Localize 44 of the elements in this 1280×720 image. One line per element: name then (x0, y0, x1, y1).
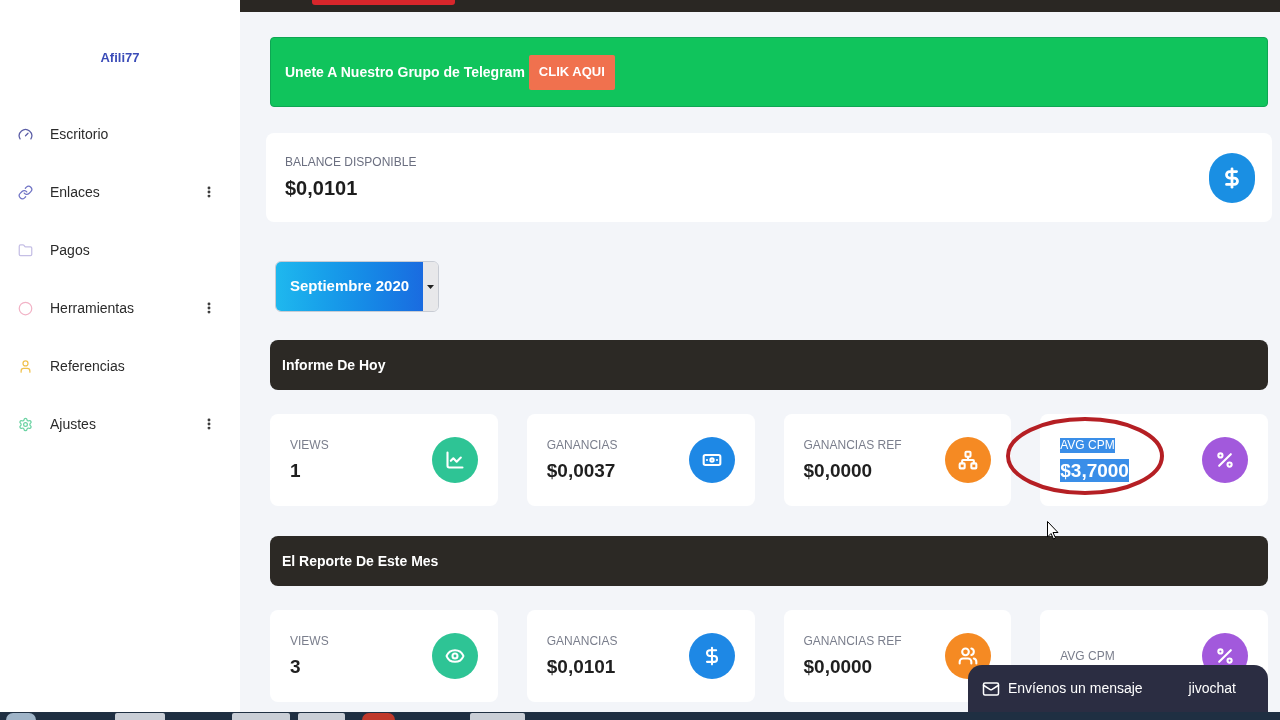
sidebar-item[interactable]: Referencias (0, 337, 240, 395)
stat-label: AVG CPM (1060, 438, 1115, 453)
start-button[interactable] (6, 713, 36, 720)
month-dropdown[interactable]: Septiembre 2020 (275, 261, 439, 312)
stat-value: $0,0000 (803, 655, 873, 678)
chat-widget[interactable]: Envíenos un mensaje jivochat (968, 665, 1268, 712)
balance-label: BALANCE DISPONIBLE (285, 155, 417, 170)
stat-value: $0,0000 (803, 459, 873, 482)
stat-value: $0,0101 (546, 655, 616, 678)
stat-value: 1 (290, 459, 301, 482)
sidebar-item[interactable]: Herramientas (0, 279, 240, 337)
sidebar-item[interactable]: Ajustes (0, 395, 240, 453)
taskbar-button[interactable] (362, 713, 395, 720)
dollar-icon (1209, 152, 1255, 203)
settings-icon (18, 416, 33, 432)
cursor-icon (1047, 521, 1059, 540)
balance-value: $0,0101 (285, 176, 358, 200)
stat-label: GANANCIAS REF (803, 634, 902, 649)
circle-icon (18, 300, 33, 316)
stat-label: GANANCIAS REF (803, 438, 902, 453)
caret-icon (427, 284, 434, 289)
chat-prompt: Envíenos un mensaje (1008, 679, 1144, 698)
mail-icon (982, 679, 1000, 698)
section-header: El Reporte De Este Mes (270, 536, 1268, 586)
header-button[interactable] (312, 0, 455, 5)
section-header: Informe De Hoy (270, 340, 1268, 390)
user-icon (18, 358, 33, 374)
gauge-icon (18, 126, 33, 142)
sidebar-item[interactable]: Enlaces (0, 163, 240, 221)
folder-icon (18, 242, 33, 258)
stat-label: VIEWS (290, 634, 329, 649)
link-icon (18, 184, 33, 200)
brand-name: Afili77 (100, 50, 140, 66)
banner-text: Unete A Nuestro Grupo de Telegram (285, 62, 525, 82)
chat-brand-label: jivochat (1188, 679, 1236, 698)
stat-label: GANANCIAS (546, 634, 618, 649)
stat-value: 3 (290, 655, 301, 678)
stat-value: $0,0037 (546, 459, 616, 482)
stat-label: VIEWS (290, 438, 329, 453)
sidebar-item[interactable]: Pagos (0, 221, 240, 279)
stat-label: GANANCIAS (546, 438, 618, 453)
stat-value: $3,7000 (1060, 459, 1129, 482)
sidebar-item[interactable]: Escritorio (0, 105, 240, 163)
stat-label: AVG CPM (1060, 648, 1115, 664)
